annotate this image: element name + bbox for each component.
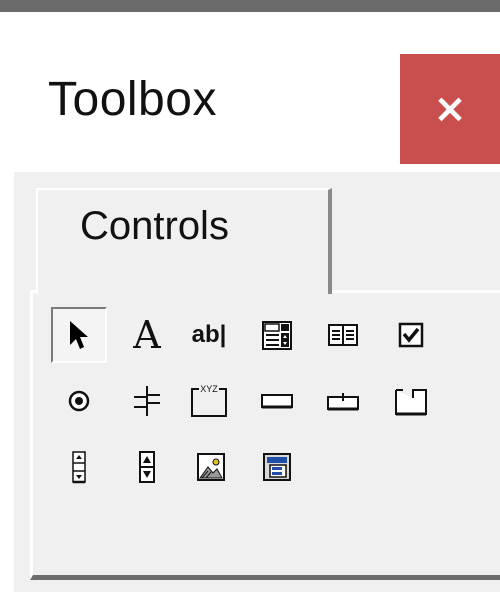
listbox-icon bbox=[328, 324, 358, 346]
close-button[interactable]: × bbox=[400, 54, 500, 164]
optionbutton-icon bbox=[68, 390, 90, 412]
multipage-icon bbox=[395, 389, 427, 416]
checkbox-icon bbox=[398, 322, 424, 348]
tool-image[interactable] bbox=[183, 439, 239, 495]
tool-frame[interactable]: XYZ bbox=[181, 373, 237, 429]
title-bar[interactable]: Toolbox × bbox=[0, 12, 500, 172]
tool-label[interactable]: A bbox=[119, 307, 175, 363]
tool-combobox[interactable] bbox=[249, 307, 305, 363]
tool-listbox[interactable] bbox=[315, 307, 371, 363]
scrollbar-icon bbox=[72, 451, 86, 484]
tab-controls-label: Controls bbox=[80, 204, 229, 248]
tool-multipage[interactable] bbox=[383, 373, 439, 429]
tool-spinbutton[interactable] bbox=[119, 439, 175, 495]
frame-icon-label: XYZ bbox=[200, 384, 218, 394]
tool-textbox[interactable]: ab| bbox=[181, 307, 237, 363]
togglebutton-icon bbox=[134, 386, 160, 416]
commandbutton-icon bbox=[261, 394, 293, 409]
tool-select-objects[interactable] bbox=[51, 307, 107, 363]
tool-optionbutton[interactable] bbox=[51, 373, 107, 429]
tool-commandbutton[interactable] bbox=[249, 373, 305, 429]
pointer-icon bbox=[70, 321, 88, 349]
tab-controls[interactable]: Controls bbox=[36, 188, 332, 294]
image-icon bbox=[197, 453, 225, 481]
tool-refedit[interactable] bbox=[249, 439, 305, 495]
tool-checkbox[interactable] bbox=[383, 307, 439, 363]
refedit-icon bbox=[263, 453, 291, 481]
window-title: Toolbox bbox=[48, 73, 217, 126]
close-icon: × bbox=[433, 86, 467, 132]
spinbutton-icon bbox=[139, 451, 155, 483]
tabstrip-icon bbox=[327, 393, 359, 411]
window-top-border bbox=[0, 0, 500, 12]
tool-tabstrip[interactable] bbox=[315, 373, 371, 429]
textbox-icon: ab| bbox=[191, 321, 227, 348]
combobox-icon bbox=[262, 321, 292, 350]
tool-scrollbar[interactable] bbox=[51, 439, 107, 495]
label-icon: A bbox=[133, 313, 161, 357]
frame-icon: XYZ bbox=[191, 384, 227, 417]
tool-togglebutton[interactable] bbox=[119, 373, 175, 429]
controls-panel: A ab| XYZ bbox=[30, 290, 500, 580]
